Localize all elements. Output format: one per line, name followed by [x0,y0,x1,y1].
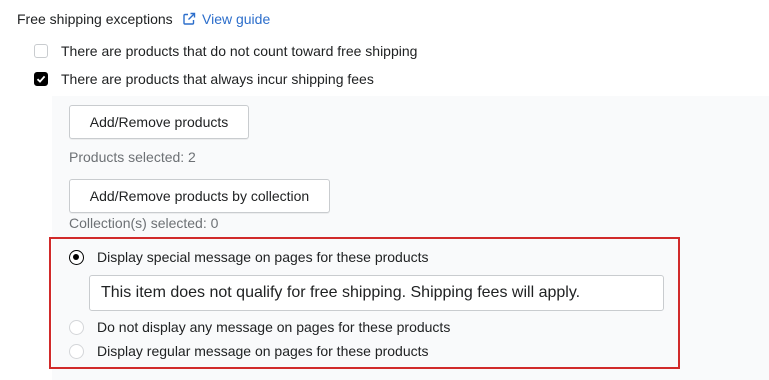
special-message-option[interactable]: Display special message on pages for the… [69,248,429,266]
external-link-icon [182,12,196,26]
always-fee-products-checkbox[interactable] [34,72,48,86]
add-remove-by-collection-button[interactable]: Add/Remove products by collection [69,179,330,213]
regular-message-option[interactable]: Display regular message on pages for the… [69,342,429,360]
regular-message-radio[interactable] [69,343,84,359]
checkmark-icon [36,75,46,83]
section-title: Free shipping exceptions [17,11,173,27]
exclude-products-label: There are products that do not count tow… [61,43,418,59]
special-message-radio[interactable] [69,249,84,265]
special-message-label: Display special message on pages for the… [97,249,429,265]
no-message-option[interactable]: Do not display any message on pages for … [69,318,450,336]
regular-message-label: Display regular message on pages for the… [97,343,429,359]
exclude-products-checkbox[interactable] [34,44,48,58]
no-message-radio[interactable] [69,319,84,335]
collections-selected-count: Collection(s) selected: 0 [69,215,219,231]
view-guide-link[interactable]: View guide [182,10,270,28]
products-selected-count: Products selected: 2 [69,149,196,165]
exclude-products-option[interactable]: There are products that do not count tow… [34,42,417,60]
add-remove-products-button[interactable]: Add/Remove products [69,105,249,139]
always-fee-products-option[interactable]: There are products that always incur shi… [34,70,374,88]
view-guide-label: View guide [202,11,271,27]
special-message-input[interactable] [89,275,664,311]
no-message-label: Do not display any message on pages for … [97,319,451,335]
always-fee-products-label: There are products that always incur shi… [61,71,374,87]
